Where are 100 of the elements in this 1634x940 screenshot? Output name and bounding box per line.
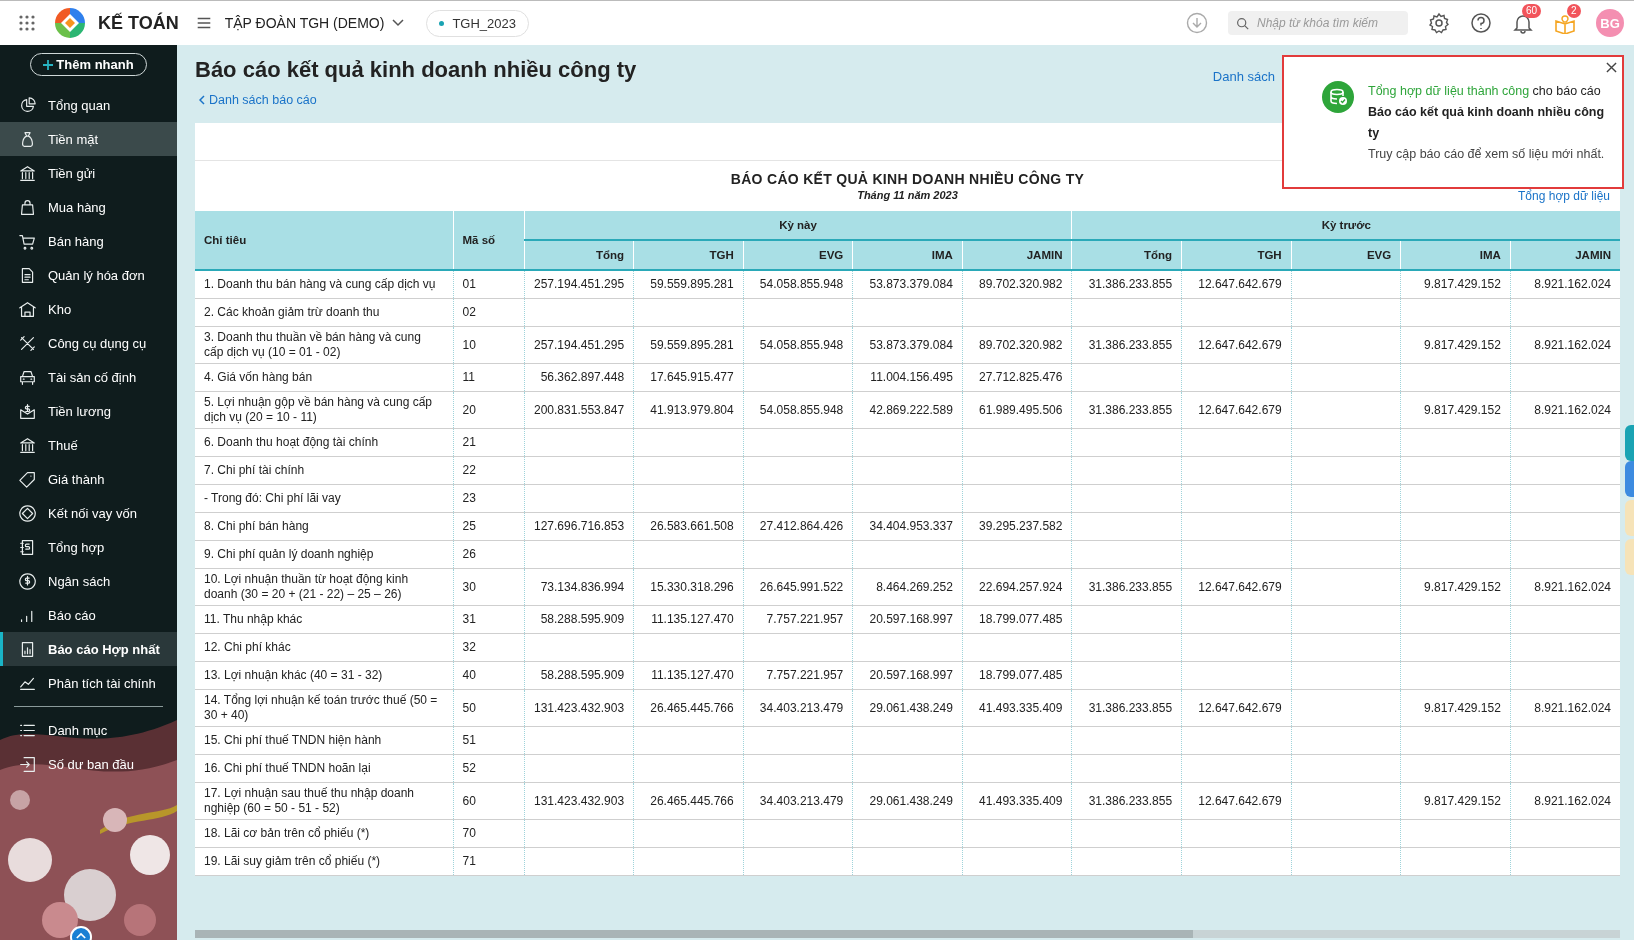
table-cell: 61.989.495.506 bbox=[962, 391, 1072, 429]
table-cell: 12.647.642.679 bbox=[1181, 689, 1292, 727]
table-cell: 27.712.825.476 bbox=[962, 363, 1072, 392]
table-cell: 51 bbox=[453, 726, 524, 755]
table-cell: 31.386.233.855 bbox=[1071, 326, 1182, 364]
column-header: TGH bbox=[1181, 240, 1292, 270]
table-cell: 58.288.595.909 bbox=[524, 661, 634, 690]
table-cell: 60 bbox=[453, 782, 524, 820]
table-cell: 3. Doanh thu thuần về bán hàng và cung cấp dịch vụ (10 = 01 - 02) bbox=[195, 326, 453, 364]
table-cell: 31.386.233.855 bbox=[1071, 782, 1182, 820]
report-title: BÁO CÁO KẾT QUẢ KINH DOANH NHIỀU CÔNG TY bbox=[730, 171, 1085, 187]
table-cell: 23 bbox=[453, 484, 524, 513]
sidebar-item[interactable]: Kho bbox=[0, 292, 177, 326]
table-cell: 131.423.432.903 bbox=[524, 689, 634, 727]
column-header: Tổng bbox=[524, 240, 634, 270]
toast-status: Tổng hợp dữ liệu thành công bbox=[1368, 84, 1530, 98]
table-cell: 12.647.642.679 bbox=[1181, 568, 1292, 606]
table-cell: 01 bbox=[453, 270, 524, 299]
sidebar-item[interactable]: Tổng hợp bbox=[0, 530, 177, 564]
table-cell: 71 bbox=[453, 847, 524, 876]
table-cell: 41.493.335.409 bbox=[962, 782, 1072, 820]
table-cell: 54.058.855.948 bbox=[743, 270, 853, 299]
table-cell: 131.423.432.903 bbox=[524, 782, 634, 820]
table-cell: 52 bbox=[453, 754, 524, 783]
table-cell: 8. Chi phí bán hàng bbox=[195, 512, 453, 541]
table-cell: 12.647.642.679 bbox=[1181, 270, 1292, 299]
table-cell: 56.362.897.448 bbox=[524, 363, 634, 392]
table-cell: 200.831.553.847 bbox=[524, 391, 634, 429]
table-cell: 13. Lợi nhuận khác (40 = 31 - 32) bbox=[195, 661, 453, 690]
sidebar-item[interactable]: Mua hàng bbox=[0, 190, 177, 224]
table-cell: 26 bbox=[453, 540, 524, 569]
table-cell: 1. Doanh thu bán hàng và cung cấp dịch vụ bbox=[195, 270, 453, 299]
sidebar-item[interactable]: Quản lý hóa đơn bbox=[0, 258, 177, 292]
table-cell: 26.583.661.508 bbox=[633, 512, 744, 541]
table-cell: 8.921.162.024 bbox=[1510, 782, 1620, 820]
table-cell: 41.913.979.804 bbox=[633, 391, 744, 429]
table-cell: 31.386.233.855 bbox=[1071, 391, 1182, 429]
sidebar-item[interactable]: Tài sản cố định bbox=[0, 360, 177, 394]
search-field[interactable]: Nhập từ khóa tìm kiếm bbox=[1228, 11, 1408, 35]
report-period: Tháng 11 năm 2023 bbox=[857, 189, 958, 201]
table-cell: 59.559.895.281 bbox=[633, 270, 744, 299]
sidebar-item[interactable]: Tiền gửi bbox=[0, 156, 177, 190]
company-selector[interactable]: TẬP ĐOÀN TGH (DEMO) bbox=[224, 15, 405, 31]
table-cell: 53.873.379.084 bbox=[852, 270, 963, 299]
table-cell: 32 bbox=[453, 633, 524, 662]
column-header: Mã số bbox=[453, 211, 524, 270]
table-cell: 7.757.221.957 bbox=[743, 661, 853, 690]
table-cell: 9.817.429.152 bbox=[1400, 391, 1511, 429]
table-cell: 54.058.855.948 bbox=[743, 326, 853, 364]
column-header: Chỉ tiêu bbox=[195, 211, 453, 270]
report-list-link[interactable]: Danh sách bbox=[1212, 69, 1275, 84]
table-cell: 257.194.451.295 bbox=[524, 270, 634, 299]
table-cell: 31.386.233.855 bbox=[1071, 568, 1182, 606]
column-header: EVG bbox=[743, 240, 853, 270]
table-cell: 29.061.438.249 bbox=[852, 689, 963, 727]
table-cell: 89.702.320.982 bbox=[962, 270, 1072, 299]
table-cell: 7.757.221.957 bbox=[743, 605, 853, 634]
table-cell: 8.921.162.024 bbox=[1510, 568, 1620, 606]
table-cell: 19. Lãi suy giảm trên cổ phiếu (*) bbox=[195, 847, 453, 876]
table-cell: 10 bbox=[453, 326, 524, 364]
table-cell: 31 bbox=[453, 605, 524, 634]
sidebar-item[interactable]: Tiền mặt bbox=[0, 122, 177, 156]
sidebar-item[interactable]: Công cụ dụng cụ bbox=[0, 326, 177, 360]
sidebar-item[interactable]: Danh mục bbox=[0, 713, 177, 747]
sidebar-item[interactable]: Tổng quan bbox=[0, 88, 177, 122]
database-pill[interactable]: TGH_2023 bbox=[426, 9, 529, 37]
sidebar-item[interactable]: Tiền lương bbox=[0, 394, 177, 428]
table-cell: 02 bbox=[453, 298, 524, 327]
table-cell: 22 bbox=[453, 456, 524, 485]
table-cell: 11.135.127.470 bbox=[633, 605, 744, 634]
table-cell: 29.061.438.249 bbox=[852, 782, 963, 820]
sidebar-item[interactable]: Bán hàng bbox=[0, 224, 177, 258]
toast-text: cho báo cáo bbox=[1532, 84, 1601, 98]
table-cell: 20.597.168.997 bbox=[852, 661, 963, 690]
sidebar-item[interactable]: Báo cáo Hợp nhất bbox=[0, 632, 177, 666]
sidebar-item[interactable]: Báo cáo bbox=[0, 598, 177, 632]
sidebar-item[interactable]: Số dư ban đầu bbox=[0, 747, 177, 781]
app-name: KẾ TOÁN bbox=[98, 12, 179, 34]
table-cell: 17.645.915.477 bbox=[633, 363, 744, 392]
sidebar-item[interactable]: Giá thành bbox=[0, 462, 177, 496]
sidebar-item[interactable]: Phân tích tài chính bbox=[0, 666, 177, 700]
aggregate-data-link[interactable]: Tổng hợp dữ liệu bbox=[1518, 189, 1610, 203]
sidebar-item[interactable]: Thuế bbox=[0, 428, 177, 462]
column-group-header: Kỳ này bbox=[524, 211, 1072, 240]
column-header: JAMIN bbox=[962, 240, 1072, 270]
table-cell: 25 bbox=[453, 512, 524, 541]
table-cell: 9.817.429.152 bbox=[1400, 689, 1511, 727]
table-cell: 10. Lợi nhuận thuần từ hoạt động kinh doanh (30 = 20 + (21 - 22) – 25 – 26) bbox=[195, 568, 453, 606]
sidebar-item[interactable]: Kết nối vay vốn bbox=[0, 496, 177, 530]
back-link[interactable]: Danh sách báo cáo bbox=[199, 93, 637, 107]
table-cell: 2. Các khoản giảm trừ doanh thu bbox=[195, 298, 453, 327]
sidebar-item[interactable]: Ngân sách bbox=[0, 564, 177, 598]
table-cell: 58.288.595.909 bbox=[524, 605, 634, 634]
table-cell: 73.134.836.994 bbox=[524, 568, 634, 606]
table-cell: 12.647.642.679 bbox=[1181, 326, 1292, 364]
column-header: EVG bbox=[1291, 240, 1401, 270]
table-cell: 41.493.335.409 bbox=[962, 689, 1072, 727]
table-cell: 34.403.213.479 bbox=[743, 782, 853, 820]
column-header: JAMIN bbox=[1510, 240, 1620, 270]
table-cell: 54.058.855.948 bbox=[743, 391, 853, 429]
